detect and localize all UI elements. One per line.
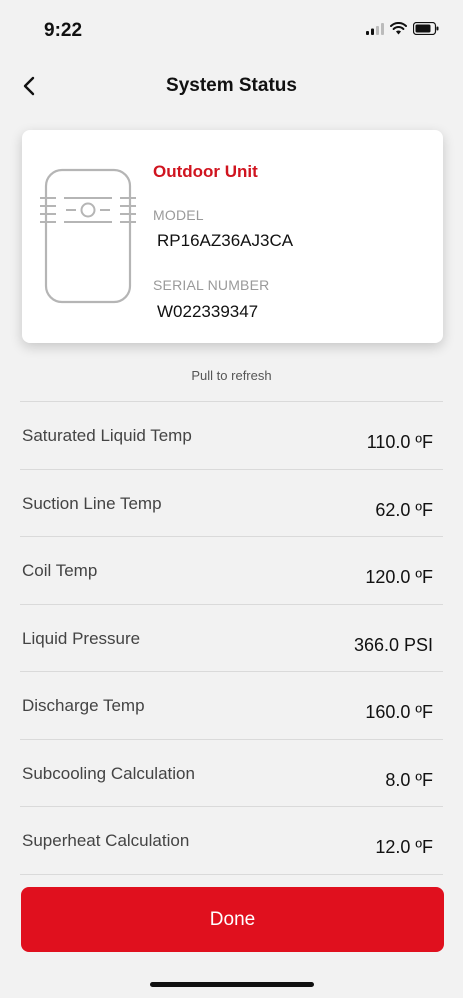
reading-label: Saturated Liquid Temp [22,426,192,445]
reading-value: 8.0 ºF [385,769,433,790]
unit-name: Outdoor Unit [153,162,258,181]
home-indicator[interactable] [150,982,314,987]
status-time: 9:22 [44,20,83,41]
reading-value: 110.0 ºF [366,432,433,452]
unit-card: Outdoor Unit MODEL RP16AZ36AJ3CA SERIAL … [22,130,443,343]
reading-label: Superheat Calculation [22,831,190,850]
reading-row-superheat-calculation: Superheat Calculation 12.0 ºF [20,807,443,875]
reading-value: 120.0 ºF [365,567,433,587]
reading-value: 366.0 PSI [353,634,433,655]
nav-bar: System Status [0,64,463,108]
reading-row-coil-temp: Coil Temp 120.0 ºF [20,537,443,605]
reading-row-liquid-pressure: Liquid Pressure 366.0 PSI [20,605,443,672]
reading-label: Coil Temp [22,561,98,580]
reading-value: 160.0 ºF [365,702,433,722]
outdoor-unit-icon [40,168,136,309]
battery-icon [413,22,439,35]
reading-value: 12.0 ºF [375,837,433,857]
reading-row-saturated-liquid-temp: Saturated Liquid Temp 110.0 ºF [20,402,443,470]
readings-list: Saturated Liquid Temp 110.0 ºF Suction L… [20,401,443,875]
model-label: MODEL [153,207,204,223]
reading-label: Suction Line Temp [22,493,162,513]
status-bar: 9:22 [0,0,463,64]
reading-row-subcooling-calculation: Subcooling Calculation 8.0 ºF [20,740,443,807]
reading-value: 62.0 ºF [375,499,433,520]
pull-to-refresh-hint: Pull to refresh [191,368,272,383]
done-button[interactable]: Done [21,887,444,952]
reading-label: Discharge Temp [22,696,145,715]
status-icons [366,22,439,35]
reading-label: Liquid Pressure [22,628,141,648]
serial-number-label: SERIAL NUMBER [153,277,270,293]
wifi-icon [390,22,407,35]
page-title: System Status [166,75,297,96]
reading-row-suction-line-temp: Suction Line Temp 62.0 ºF [20,470,443,537]
serial-number-value: W022339347 [157,302,259,321]
signal-icon [366,22,384,35]
reading-label: Subcooling Calculation [22,763,195,783]
model-value: RP16AZ36AJ3CA [157,231,294,250]
reading-row-discharge-temp: Discharge Temp 160.0 ºF [20,672,443,740]
